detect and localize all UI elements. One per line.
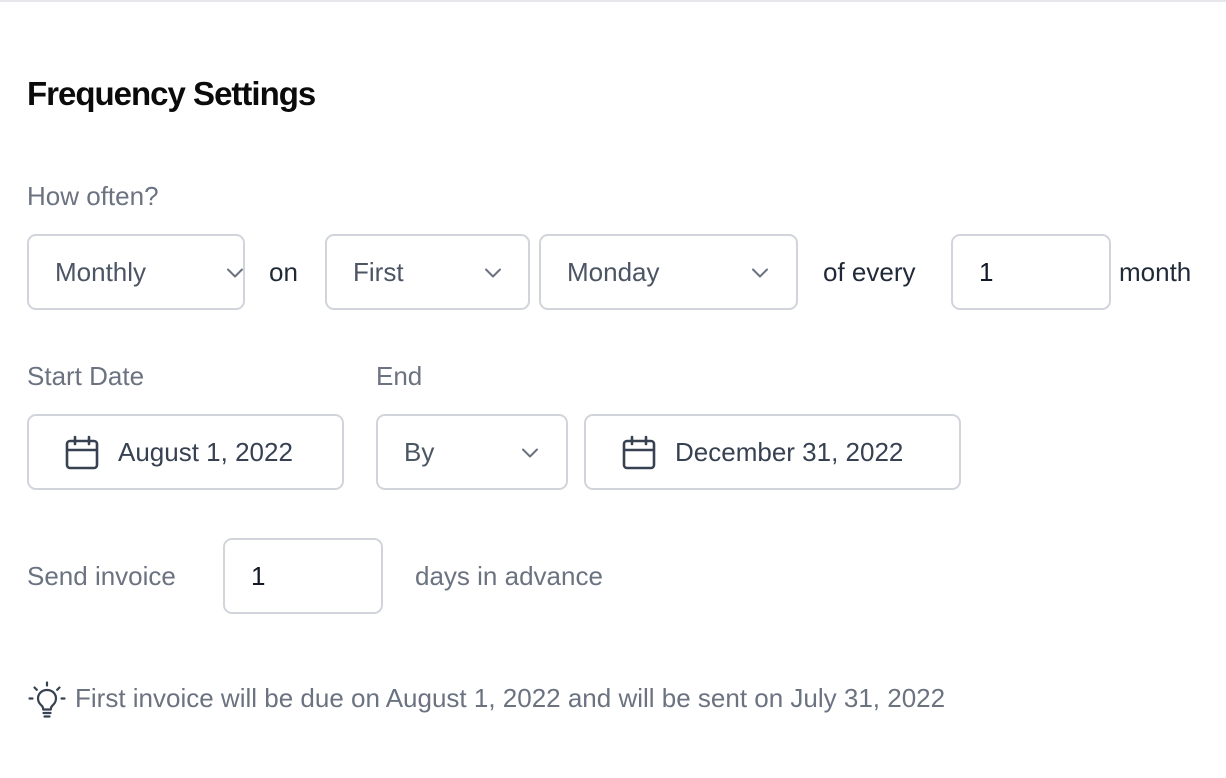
- lightbulb-icon: [28, 681, 66, 718]
- end-label: End: [376, 361, 423, 391]
- advance-days-field[interactable]: [225, 540, 381, 612]
- advance-days-input[interactable]: [223, 538, 383, 614]
- start-date-value: August 1, 2022: [118, 437, 293, 467]
- weekday-select[interactable]: Monday: [539, 234, 798, 310]
- interval-count-field[interactable]: [953, 236, 1109, 308]
- days-in-advance-text: days in advance: [415, 561, 603, 591]
- of-every-text: of every: [823, 257, 916, 287]
- month-unit-text: month: [1119, 257, 1192, 287]
- top-divider: [0, 0, 1226, 2]
- start-date-label: Start Date: [27, 361, 145, 391]
- end-date-picker[interactable]: December 31, 2022: [584, 414, 961, 490]
- send-invoice-label: Send invoice: [27, 561, 176, 591]
- chevron-down-icon: [752, 268, 768, 278]
- start-date-picker[interactable]: August 1, 2022: [27, 414, 344, 490]
- ordinal-select[interactable]: First: [325, 234, 530, 310]
- end-date-value: December 31, 2022: [675, 437, 904, 467]
- chevron-down-icon: [522, 448, 538, 458]
- on-text: on: [269, 257, 298, 287]
- how-often-label: How often?: [27, 181, 159, 211]
- weekday-select-value: Monday: [567, 257, 660, 287]
- calendar-icon: [65, 435, 99, 470]
- frequency-settings-panel: Frequency Settings How often? Monthly on…: [0, 0, 1226, 778]
- interval-count-input[interactable]: [951, 234, 1111, 310]
- hint-text: First invoice will be due on August 1, 2…: [75, 683, 946, 713]
- chevron-down-icon: [485, 268, 501, 278]
- interval-select-value: Monthly: [55, 257, 147, 287]
- calendar-icon: [622, 435, 656, 470]
- section-title: Frequency Settings: [27, 75, 316, 112]
- interval-select[interactable]: Monthly: [27, 234, 245, 310]
- end-mode-select[interactable]: By: [376, 414, 568, 490]
- ordinal-select-value: First: [353, 257, 404, 287]
- end-mode-select-value: By: [404, 437, 435, 467]
- chevron-down-icon: [227, 268, 243, 278]
